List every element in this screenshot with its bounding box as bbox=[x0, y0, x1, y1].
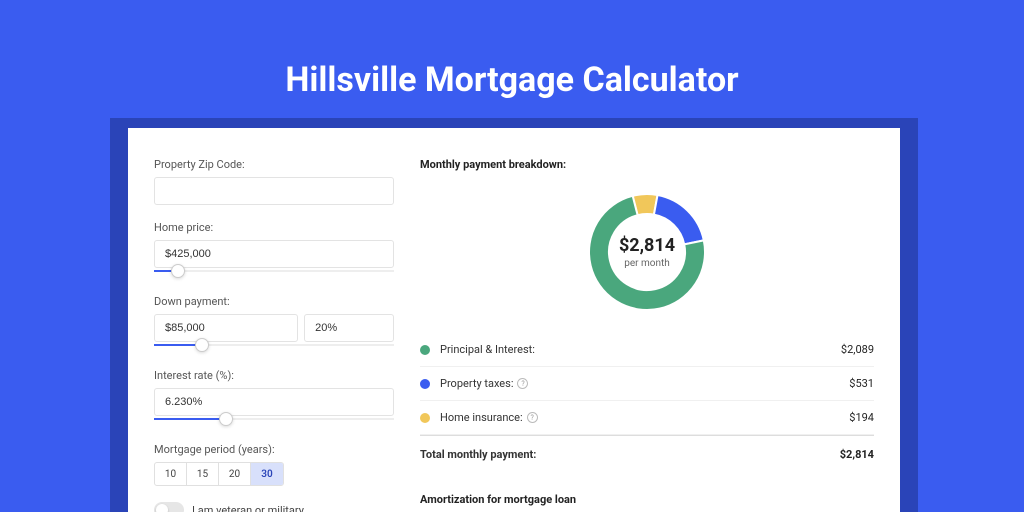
total-row: Total monthly payment: $2,814 bbox=[420, 435, 874, 471]
legend-value: $531 bbox=[849, 377, 874, 390]
legend-dot-icon bbox=[420, 345, 430, 355]
down-payment-percent-input[interactable] bbox=[304, 314, 394, 342]
legend-row: Home insurance:?$194 bbox=[420, 401, 874, 435]
home-price-group: Home price: bbox=[154, 221, 394, 279]
legend-value: $2,089 bbox=[841, 343, 874, 356]
donut-chart: $2,814 per month bbox=[420, 187, 874, 317]
legend-row: Property taxes:?$531 bbox=[420, 367, 874, 401]
amortization-title: Amortization for mortgage loan bbox=[420, 493, 874, 506]
interest-rate-label: Interest rate (%): bbox=[154, 369, 394, 382]
zip-label: Property Zip Code: bbox=[154, 158, 394, 171]
mortgage-period-group: Mortgage period (years): 10152030 bbox=[154, 443, 394, 486]
mortgage-period-label: Mortgage period (years): bbox=[154, 443, 394, 456]
amortization-section: Amortization for mortgage loan Amortizat… bbox=[420, 493, 874, 512]
veteran-row: I am veteran or military bbox=[154, 502, 394, 512]
veteran-toggle[interactable] bbox=[154, 502, 184, 512]
breakdown-title: Monthly payment breakdown: bbox=[420, 158, 874, 171]
total-value: $2,814 bbox=[840, 448, 874, 461]
interest-rate-slider[interactable] bbox=[154, 415, 394, 427]
legend-label: Principal & Interest: bbox=[440, 343, 841, 356]
period-option-15[interactable]: 15 bbox=[187, 463, 219, 485]
page-background: Hillsville Mortgage Calculator Property … bbox=[0, 0, 1024, 512]
down-payment-label: Down payment: bbox=[154, 295, 394, 308]
total-label: Total monthly payment: bbox=[420, 448, 840, 461]
period-option-10[interactable]: 10 bbox=[155, 463, 187, 485]
legend-dot-icon bbox=[420, 379, 430, 389]
legend-row: Principal & Interest:$2,089 bbox=[420, 333, 874, 367]
interest-rate-input[interactable] bbox=[154, 388, 394, 416]
legend-dot-icon bbox=[420, 413, 430, 423]
period-option-30[interactable]: 30 bbox=[251, 463, 283, 485]
calculator-panel: Property Zip Code: Home price: Down paym… bbox=[128, 128, 900, 512]
form-column: Property Zip Code: Home price: Down paym… bbox=[154, 158, 394, 512]
legend-value: $194 bbox=[849, 411, 874, 424]
down-payment-slider[interactable] bbox=[154, 341, 394, 353]
home-price-slider[interactable] bbox=[154, 267, 394, 279]
breakdown-column: Monthly payment breakdown: $2,814 per mo… bbox=[420, 158, 874, 512]
donut-center: $2,814 per month bbox=[582, 187, 712, 317]
down-payment-amount-input[interactable] bbox=[154, 314, 298, 342]
veteran-label: I am veteran or military bbox=[192, 504, 304, 512]
legend-label: Property taxes:? bbox=[440, 377, 849, 390]
donut-amount: $2,814 bbox=[619, 235, 675, 256]
period-option-20[interactable]: 20 bbox=[219, 463, 251, 485]
down-payment-group: Down payment: bbox=[154, 295, 394, 353]
info-icon[interactable]: ? bbox=[527, 412, 538, 423]
zip-group: Property Zip Code: bbox=[154, 158, 394, 205]
page-title: Hillsville Mortgage Calculator bbox=[0, 0, 1024, 100]
info-icon[interactable]: ? bbox=[517, 378, 528, 389]
period-selector: 10152030 bbox=[154, 462, 284, 486]
legend-label: Home insurance:? bbox=[440, 411, 849, 424]
zip-input[interactable] bbox=[154, 177, 394, 205]
home-price-label: Home price: bbox=[154, 221, 394, 234]
interest-rate-group: Interest rate (%): bbox=[154, 369, 394, 427]
home-price-input[interactable] bbox=[154, 240, 394, 268]
donut-sub: per month bbox=[624, 258, 670, 269]
legend: Principal & Interest:$2,089Property taxe… bbox=[420, 333, 874, 435]
